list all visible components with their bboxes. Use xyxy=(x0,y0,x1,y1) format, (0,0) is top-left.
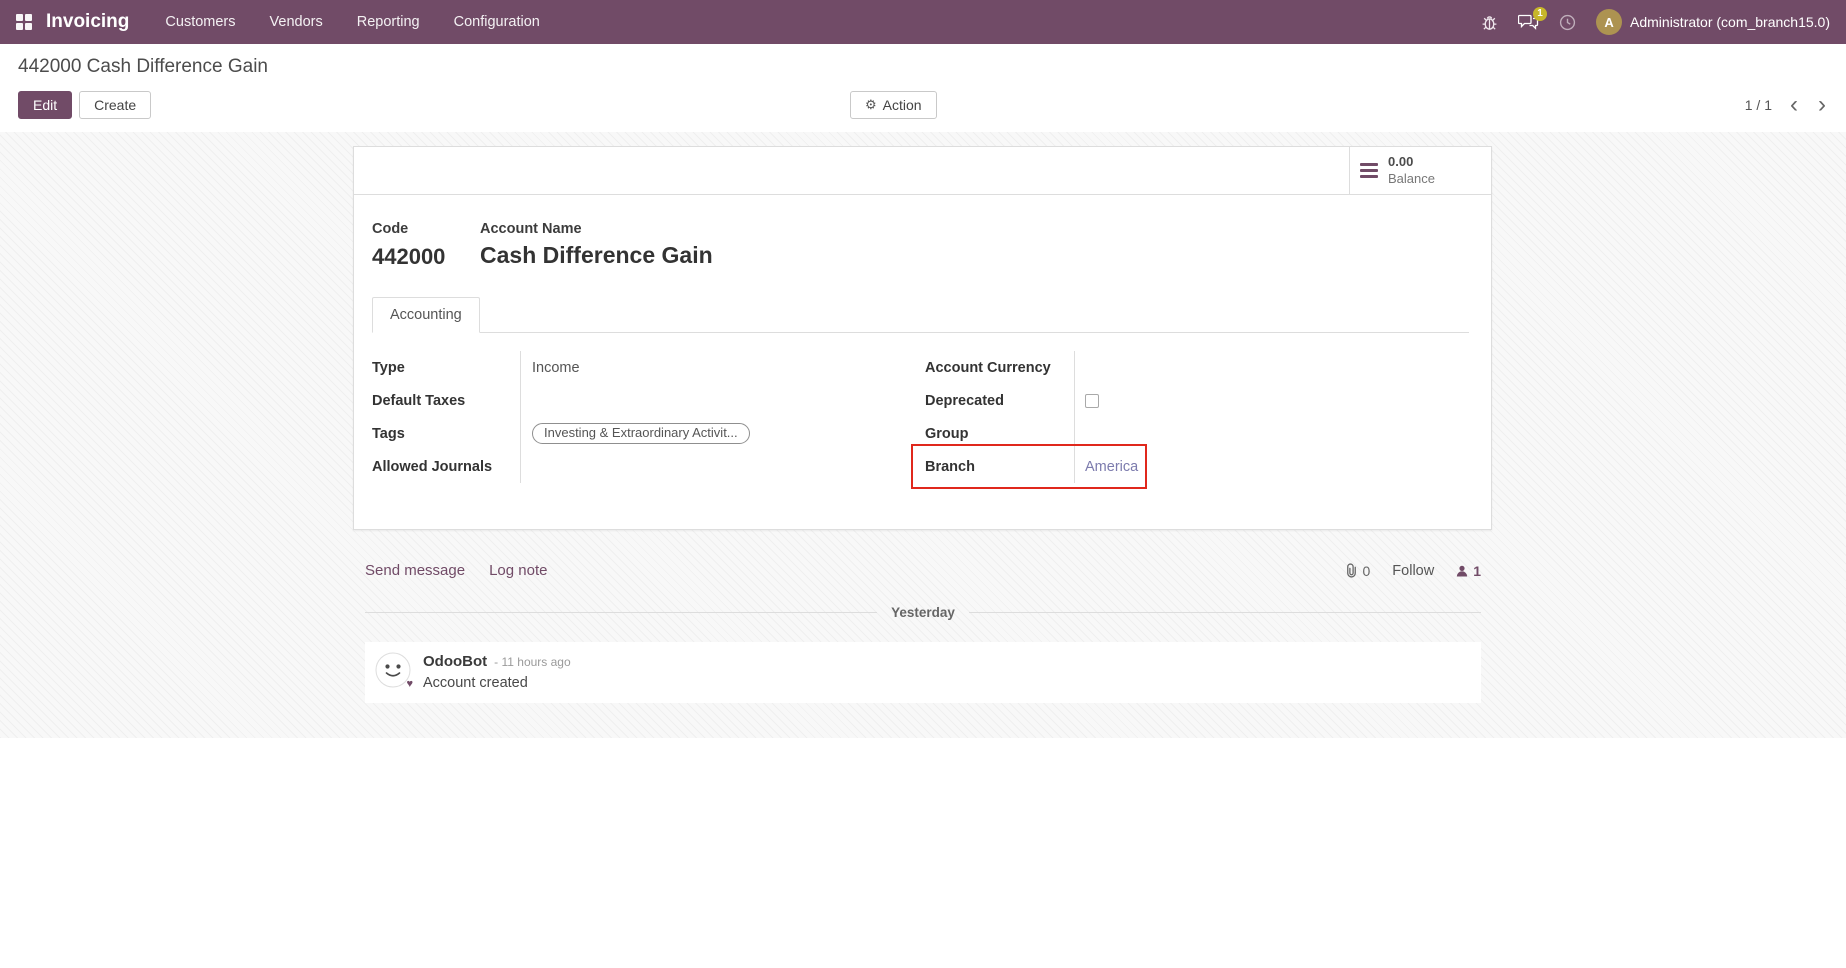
message-timestamp: - 11 hours ago xyxy=(494,655,571,669)
send-message-button[interactable]: Send message xyxy=(365,562,465,579)
hamburger-icon xyxy=(1360,163,1378,178)
code-label: Code xyxy=(372,221,480,237)
account-currency-value xyxy=(1074,351,1471,384)
account-form-sheet: 0.00 Balance Code 442000 Account Name Ca… xyxy=(353,146,1492,530)
field-row-default-taxes: Default Taxes xyxy=(372,384,901,417)
allowed-journals-value xyxy=(520,450,901,483)
log-note-button[interactable]: Log note xyxy=(489,562,547,579)
gear-icon: ⚙ xyxy=(865,97,877,113)
group-label: Group xyxy=(925,426,1074,442)
followers-count: 1 xyxy=(1473,563,1481,579)
account-currency-label: Account Currency xyxy=(925,360,1074,376)
action-menu-button[interactable]: ⚙ Action xyxy=(850,91,937,119)
tag-pill: Investing & Extraordinary Activit... xyxy=(532,423,750,444)
deprecated-checkbox[interactable] xyxy=(1085,394,1099,408)
type-value: Income xyxy=(520,351,901,384)
form-button-box: 0.00 Balance xyxy=(354,147,1491,195)
fields-grid: Type Income Default Taxes Tags Investing… xyxy=(372,351,1469,483)
main-menus: Customers Vendors Reporting Configuratio… xyxy=(165,14,539,30)
navbar-systray: 1 A Administrator (com_branch15.0) xyxy=(1481,9,1830,35)
notebook-tabs: Accounting xyxy=(372,296,1469,333)
field-row-group: Group xyxy=(925,417,1471,450)
branch-link[interactable]: America xyxy=(1085,459,1138,475)
app-name[interactable]: Invoicing xyxy=(46,11,129,33)
date-divider: Yesterday xyxy=(365,605,1481,620)
branch-value: America xyxy=(1074,450,1471,483)
field-row-type: Type Income xyxy=(372,351,901,384)
menu-vendors[interactable]: Vendors xyxy=(270,14,323,30)
field-row-deprecated: Deprecated xyxy=(925,384,1471,417)
content-area: 0.00 Balance Code 442000 Account Name Ca… xyxy=(0,132,1846,738)
code-value: 442000 xyxy=(372,244,480,270)
heart-icon: ♥ xyxy=(406,678,413,690)
default-taxes-label: Default Taxes xyxy=(372,393,520,409)
title-row: Code 442000 Account Name Cash Difference… xyxy=(372,221,1469,270)
edit-button[interactable]: Edit xyxy=(18,91,72,119)
paperclip-icon xyxy=(1345,563,1358,578)
attachments-button[interactable]: 0 xyxy=(1345,563,1371,579)
menu-customers[interactable]: Customers xyxy=(165,14,235,30)
balance-label: Balance xyxy=(1388,171,1435,187)
deprecated-value xyxy=(1074,384,1471,417)
form-sheet-body: Code 442000 Account Name Cash Difference… xyxy=(354,195,1491,529)
chatter-topbar: Send message Log note 0 Follow 1 xyxy=(365,562,1481,579)
action-menu-label: Action xyxy=(883,97,922,113)
user-name: Administrator (com_branch15.0) xyxy=(1630,14,1830,30)
balance-stat-button[interactable]: 0.00 Balance xyxy=(1349,147,1491,194)
pager-previous-icon[interactable]: ‹ xyxy=(1788,95,1800,115)
code-field-group: Code 442000 xyxy=(372,221,480,270)
account-name-value: Cash Difference Gain xyxy=(480,242,713,269)
followers-button[interactable]: 1 xyxy=(1456,563,1481,579)
default-taxes-value xyxy=(520,384,901,417)
follow-button[interactable]: Follow xyxy=(1392,563,1434,579)
menu-reporting[interactable]: Reporting xyxy=(357,14,420,30)
type-label: Type xyxy=(372,360,520,376)
odoobot-avatar: ♥ xyxy=(375,652,411,688)
breadcrumb: 442000 Cash Difference Gain xyxy=(18,56,1828,78)
deprecated-label: Deprecated xyxy=(925,393,1074,409)
fields-column-right: Account Currency Deprecated Group xyxy=(925,351,1471,483)
pager-next-icon[interactable]: › xyxy=(1816,95,1828,115)
tab-accounting[interactable]: Accounting xyxy=(372,297,480,333)
branch-label: Branch xyxy=(925,459,1074,475)
pager: 1 / 1 ‹ › xyxy=(1745,95,1828,115)
account-name-label: Account Name xyxy=(480,221,713,237)
top-navbar: Invoicing Customers Vendors Reporting Co… xyxy=(0,0,1846,44)
pager-value: 1 / 1 xyxy=(1745,97,1772,113)
attachments-count: 0 xyxy=(1363,563,1371,579)
chatter: Send message Log note 0 Follow 1 xyxy=(365,562,1481,703)
apps-menu-icon[interactable] xyxy=(16,14,32,30)
control-panel-buttons: Edit Create ⚙ Action 1 / 1 ‹ › xyxy=(18,91,1828,119)
allowed-journals-label: Allowed Journals xyxy=(372,459,520,475)
field-row-branch: Branch America xyxy=(925,450,1471,483)
message-author: OdooBot xyxy=(423,653,487,670)
date-divider-label: Yesterday xyxy=(877,605,969,620)
user-menu[interactable]: A Administrator (com_branch15.0) xyxy=(1596,9,1830,35)
balance-value: 0.00 xyxy=(1388,154,1435,170)
group-value xyxy=(1074,417,1471,450)
message-body: Account created xyxy=(423,675,571,691)
create-button[interactable]: Create xyxy=(79,91,151,119)
field-row-allowed-journals: Allowed Journals xyxy=(372,450,901,483)
control-panel: 442000 Cash Difference Gain Edit Create … xyxy=(0,44,1846,132)
menu-configuration[interactable]: Configuration xyxy=(454,14,540,30)
user-avatar: A xyxy=(1596,9,1622,35)
debug-icon[interactable] xyxy=(1481,14,1498,31)
tags-label: Tags xyxy=(372,426,520,442)
field-row-tags: Tags Investing & Extraordinary Activit..… xyxy=(372,417,901,450)
activities-clock-icon[interactable] xyxy=(1559,14,1576,31)
account-name-field-group: Account Name Cash Difference Gain xyxy=(480,221,713,270)
chatter-message: ♥ OdooBot - 11 hours ago Account created xyxy=(365,642,1481,703)
person-icon xyxy=(1456,565,1468,577)
fields-column-left: Type Income Default Taxes Tags Investing… xyxy=(372,351,901,483)
messages-icon[interactable]: 1 xyxy=(1518,13,1539,31)
tags-value: Investing & Extraordinary Activit... xyxy=(520,417,901,450)
messages-counter-badge: 1 xyxy=(1533,7,1547,21)
field-row-account-currency: Account Currency xyxy=(925,351,1471,384)
